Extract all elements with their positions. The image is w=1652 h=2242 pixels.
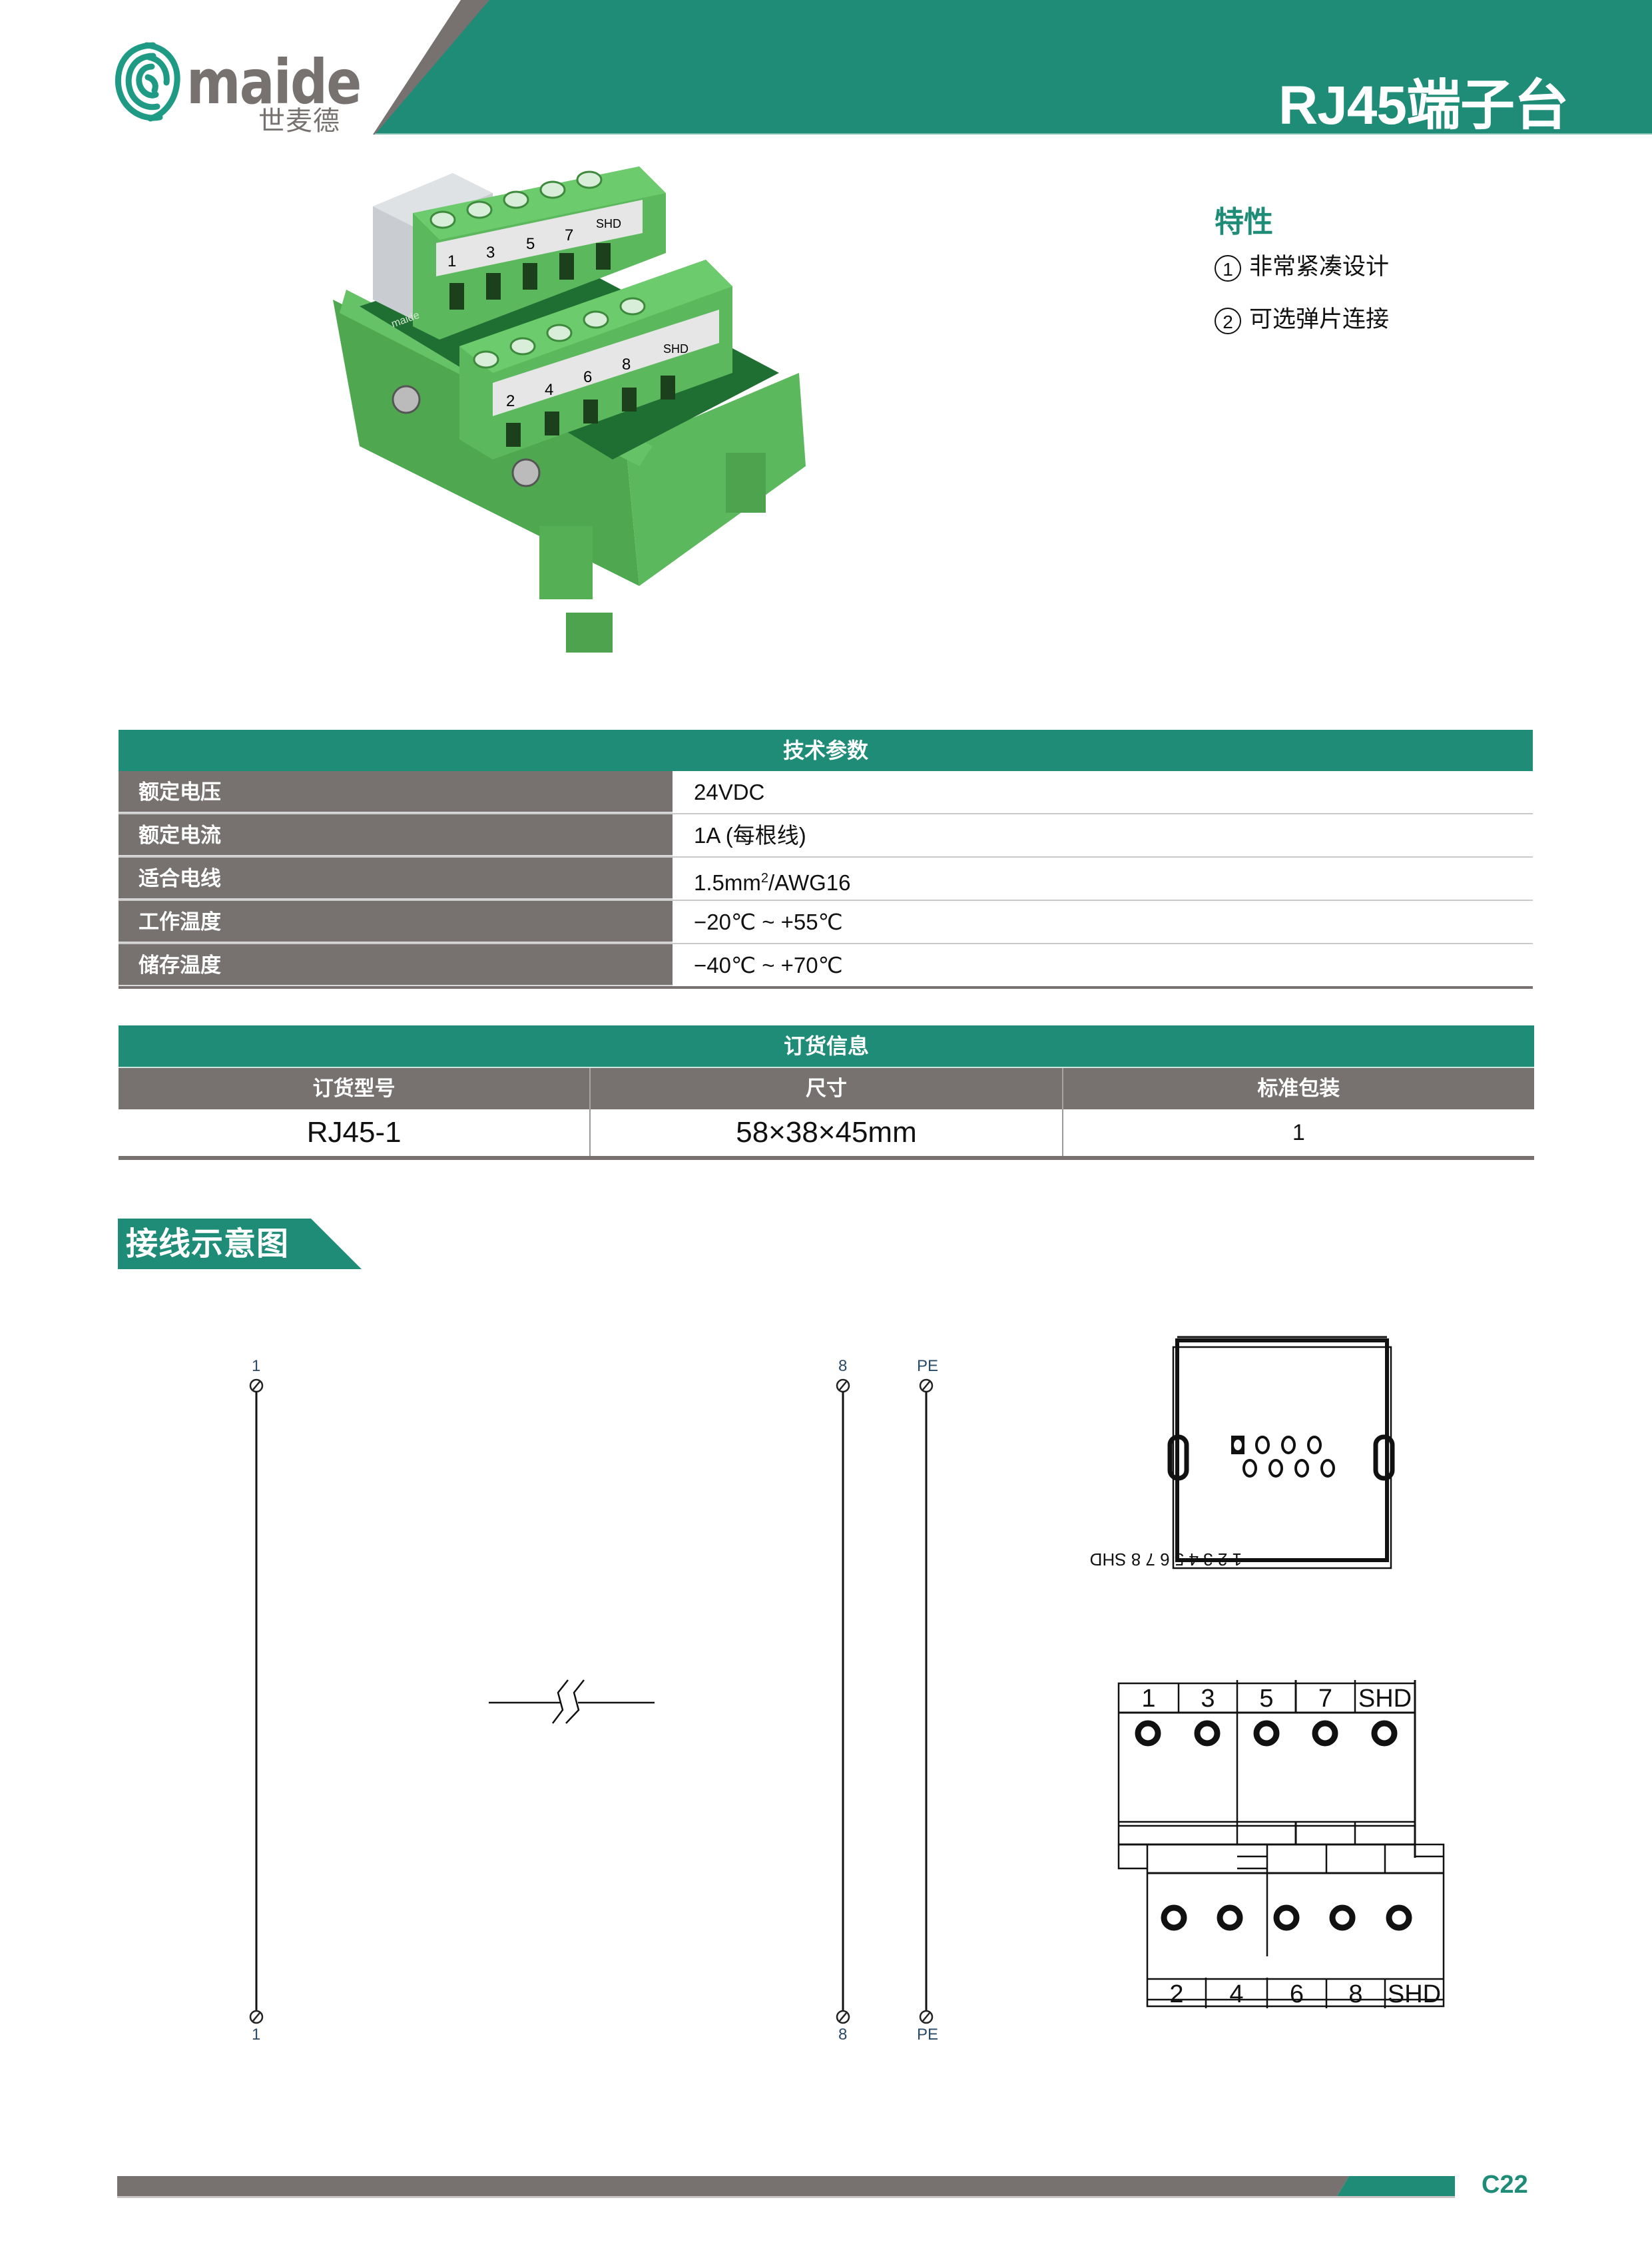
svg-text:SHD: SHD: [596, 217, 621, 230]
svg-text:5: 5: [526, 235, 535, 253]
pin-label: 3: [1201, 1685, 1215, 1713]
package-qty-cell: 1: [1292, 1120, 1305, 1145]
feature-item: 1 非常紧凑设计: [1215, 253, 1389, 282]
column-header: 尺寸: [591, 1068, 1063, 1109]
terminal-wire-8: [836, 1378, 850, 2024]
pin-label: 7: [1318, 1685, 1333, 1713]
param-label: 额定电压: [119, 771, 673, 813]
footer-gray-bar: [117, 2176, 1349, 2196]
param-value: 1A (每根线): [694, 823, 806, 848]
terminal-label-top-pe: PE: [917, 1357, 939, 1375]
param-label: 储存温度: [119, 944, 673, 986]
terminal-block-drawing: [1117, 1680, 1445, 2008]
svg-text:2: 2: [506, 392, 515, 410]
order-info-title: 订货信息: [119, 1025, 1534, 1067]
mount-slot-icon: [1167, 1434, 1189, 1481]
svg-text:1: 1: [447, 252, 456, 270]
spiral-logo-icon: [115, 42, 180, 122]
terminal-wire-pe: [919, 1378, 934, 2024]
screw-terminal-icon: [919, 1378, 934, 1393]
terminal-label-bottom-pe: PE: [917, 2026, 939, 2044]
circled-number-icon: 2: [1215, 307, 1241, 334]
table-row: 储存温度 −40℃ ~ +70℃: [119, 944, 1533, 989]
table-header-row: 订货型号 尺寸 标准包装: [119, 1067, 1534, 1109]
screw-terminal-icon: [836, 1378, 850, 1393]
wiring-section-tag: 接线示意图: [118, 1219, 364, 1270]
param-label: 额定电流: [119, 814, 673, 856]
param-value: −20℃ ~ +55℃: [694, 910, 843, 934]
footer-bar: [117, 2176, 1456, 2203]
table-row: 额定电流 1A (每根线): [119, 814, 1533, 858]
tech-params-title: 技术参数: [119, 730, 1533, 771]
page-number: C22: [1482, 2171, 1528, 2199]
param-label: 适合电线: [119, 858, 673, 900]
feature-text: 非常紧凑设计: [1249, 254, 1390, 280]
table-row: 适合电线 1.5mm2/AWG16: [119, 858, 1533, 901]
mount-slot-icon: [1373, 1434, 1395, 1481]
brand-logo: maide 世麦德: [113, 40, 362, 140]
screw-terminal-icon: [836, 2010, 850, 2024]
pin-label: SHD: [1358, 1685, 1412, 1713]
footer-green-bar: [1337, 2176, 1455, 2196]
circled-number-icon: 1: [1215, 255, 1241, 282]
rj45-pin-labels: 1 2 3 4 5 6 7 8 SHD: [1090, 1549, 1242, 1569]
dimensions-cell: 58×38×45mm: [591, 1109, 1063, 1156]
pin-1-square-pad: [1231, 1436, 1244, 1454]
model-cell: RJ45-1: [119, 1109, 591, 1156]
pin-label: 2: [1169, 1980, 1184, 2008]
product-photo: 1 3 5 7 SHD 2 4 6 8 SHD maide: [293, 153, 826, 673]
pin-label: 1: [1141, 1685, 1156, 1713]
pin-label: 6: [1289, 1980, 1304, 2008]
tech-params-table: 技术参数 额定电压 24VDC 额定电流 1A (每根线) 适合电线 1.5mm…: [119, 730, 1533, 989]
pin-label: 5: [1259, 1685, 1274, 1713]
section-title: 接线示意图: [126, 1227, 290, 1262]
screw-terminal-icon: [919, 2010, 934, 2024]
screw-terminal-icon: [249, 2010, 264, 2024]
features-section: 特性 1 非常紧凑设计 2 可选弹片连接: [1215, 206, 1389, 358]
column-header: 标准包装: [1257, 1077, 1340, 1100]
param-label: 工作温度: [119, 901, 673, 943]
feature-item: 2 可选弹片连接: [1215, 306, 1389, 334]
svg-text:4: 4: [545, 381, 553, 399]
line-break-symbol: [489, 1679, 655, 1724]
pin-label: 4: [1229, 1980, 1244, 2008]
mount-screw-icon: [392, 385, 421, 414]
terminal-label-bottom-1: 1: [252, 2026, 261, 2044]
terminal-wire-1: [249, 1378, 264, 2024]
svg-text:3: 3: [486, 244, 495, 262]
table-row: RJ45-1 58×38×45mm 1: [119, 1109, 1534, 1160]
param-value: −40℃ ~ +70℃: [694, 953, 843, 978]
param-value: 1.5mm2/AWG16: [694, 870, 851, 895]
table-row: 额定电压 24VDC: [119, 771, 1533, 814]
brand-wordmark: maide: [186, 47, 362, 118]
pin-label: SHD: [1387, 1980, 1442, 2008]
features-title: 特性: [1215, 206, 1273, 238]
svg-text:SHD: SHD: [663, 342, 688, 356]
svg-text:6: 6: [583, 368, 592, 386]
page-title: RJ45端子台: [1278, 75, 1569, 136]
svg-text:8: 8: [622, 356, 631, 374]
order-info-table: 订货信息 订货型号 尺寸 标准包装 RJ45-1 58×38×45mm 1: [119, 1025, 1534, 1160]
svg-text:7: 7: [565, 226, 573, 244]
column-header: 订货型号: [119, 1068, 591, 1109]
terminal-label-top-1: 1: [252, 1357, 261, 1375]
mount-screw-icon: [511, 458, 541, 487]
terminal-label-bottom-8: 8: [838, 2026, 848, 2044]
feature-text: 可选弹片连接: [1249, 306, 1390, 333]
product-illustration: 1 3 5 7 SHD 2 4 6 8 SHD maide: [333, 166, 806, 653]
brand-name-cn: 世麦德: [258, 107, 340, 136]
screw-terminal-icon: [249, 1378, 264, 1393]
terminal-label-top-8: 8: [838, 1357, 848, 1375]
rj45-front-view: [1167, 1336, 1395, 1569]
pin-label: 8: [1348, 1980, 1363, 2008]
table-row: 工作温度 −20℃ ~ +55℃: [119, 901, 1533, 944]
param-value: 24VDC: [694, 780, 765, 804]
